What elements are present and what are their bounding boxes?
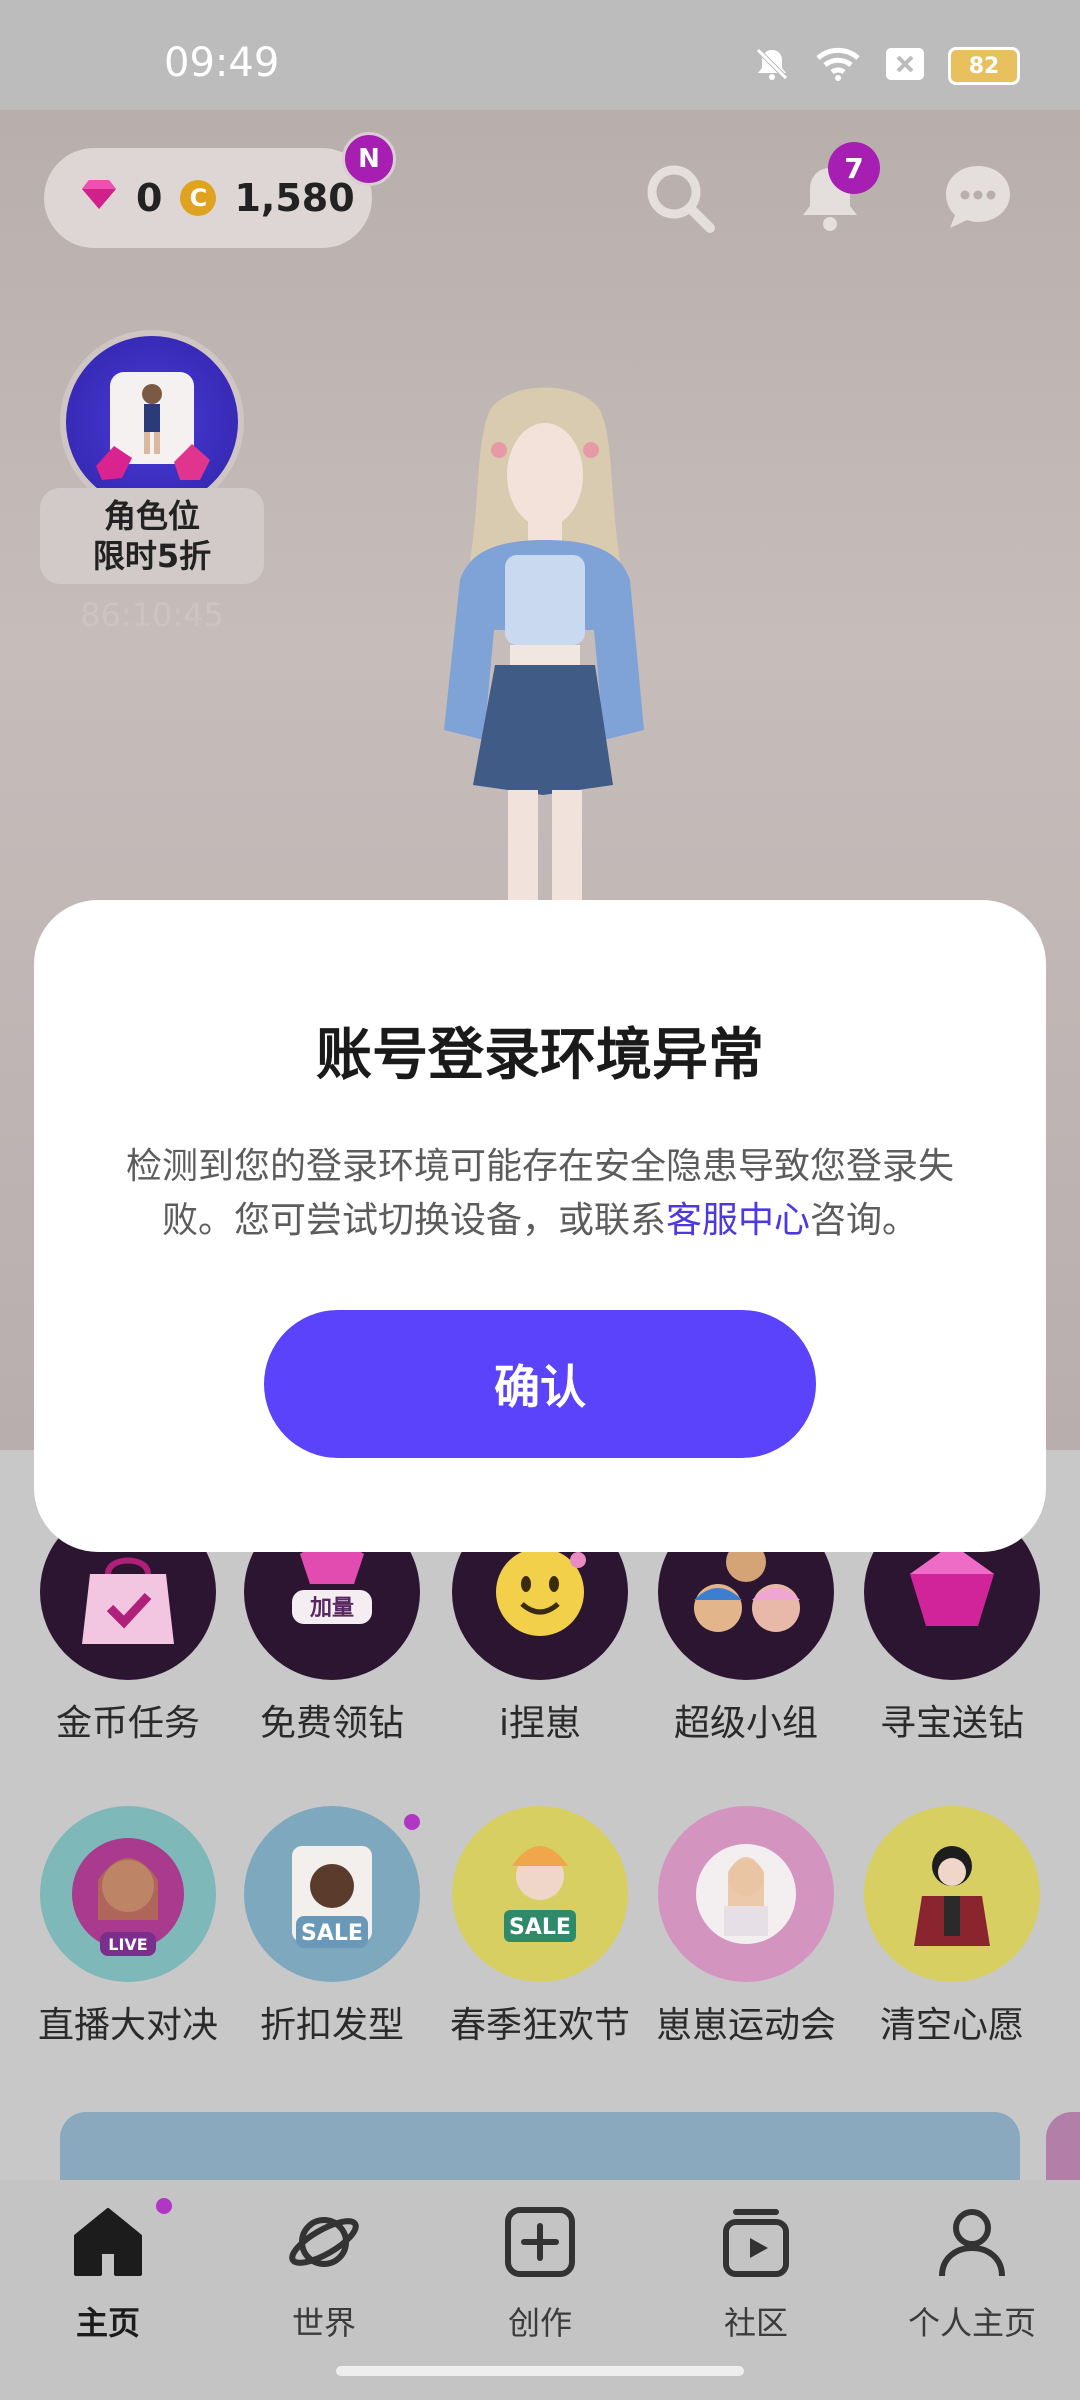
confirm-button[interactable]: 确认 xyxy=(264,1310,816,1458)
dialog-message-end: 咨询。 xyxy=(810,1200,919,1241)
dialog-message: 检测到您的登录环境可能存在安全隐患导致您登录失败。您可尝试切换设备，或联系客服中… xyxy=(104,1140,976,1248)
dialog-title: 账号登录环境异常 xyxy=(316,1023,764,1088)
customer-service-link[interactable]: 客服中心 xyxy=(666,1200,810,1241)
login-error-dialog: 账号登录环境异常 检测到您的登录环境可能存在安全隐患导致您登录失败。您可尝试切换… xyxy=(34,900,1046,1552)
